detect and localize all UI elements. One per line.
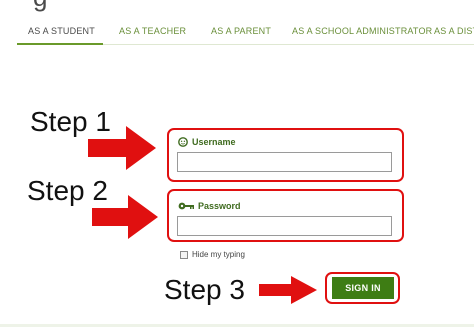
tab-student[interactable]: AS A STUDENT bbox=[28, 26, 95, 36]
tab-parent[interactable]: AS A PARENT bbox=[211, 26, 271, 36]
step-3-label: Step 3 bbox=[164, 274, 245, 305]
password-label-text: Password bbox=[198, 201, 241, 211]
sign-in-button[interactable]: SIGN IN bbox=[332, 277, 394, 299]
step-1-arrow-icon bbox=[88, 126, 156, 170]
hide-typing-label: Hide my typing bbox=[192, 250, 245, 259]
hide-typing-checkbox[interactable] bbox=[180, 250, 188, 259]
step-3-arrow-icon bbox=[259, 276, 317, 304]
role-tabs: AS A STUDENT AS A TEACHER AS A PARENT AS… bbox=[0, 22, 474, 45]
active-tab-indicator bbox=[17, 43, 103, 45]
password-input[interactable] bbox=[177, 216, 392, 236]
password-label: Password bbox=[178, 201, 241, 211]
username-label: Username bbox=[178, 137, 236, 147]
tab-teacher[interactable]: AS A TEACHER bbox=[119, 26, 186, 36]
key-icon bbox=[178, 202, 194, 210]
hide-typing-row: Hide my typing bbox=[180, 250, 245, 259]
username-label-text: Username bbox=[192, 137, 236, 147]
tab-district[interactable]: AS A DIST bbox=[434, 26, 474, 36]
username-input[interactable] bbox=[177, 152, 392, 172]
step-2-arrow-icon bbox=[92, 195, 158, 239]
face-icon bbox=[178, 137, 188, 147]
page-heading-partial: g bbox=[33, 0, 47, 10]
tab-school-administrator[interactable]: AS A SCHOOL ADMINISTRATOR bbox=[292, 26, 432, 36]
